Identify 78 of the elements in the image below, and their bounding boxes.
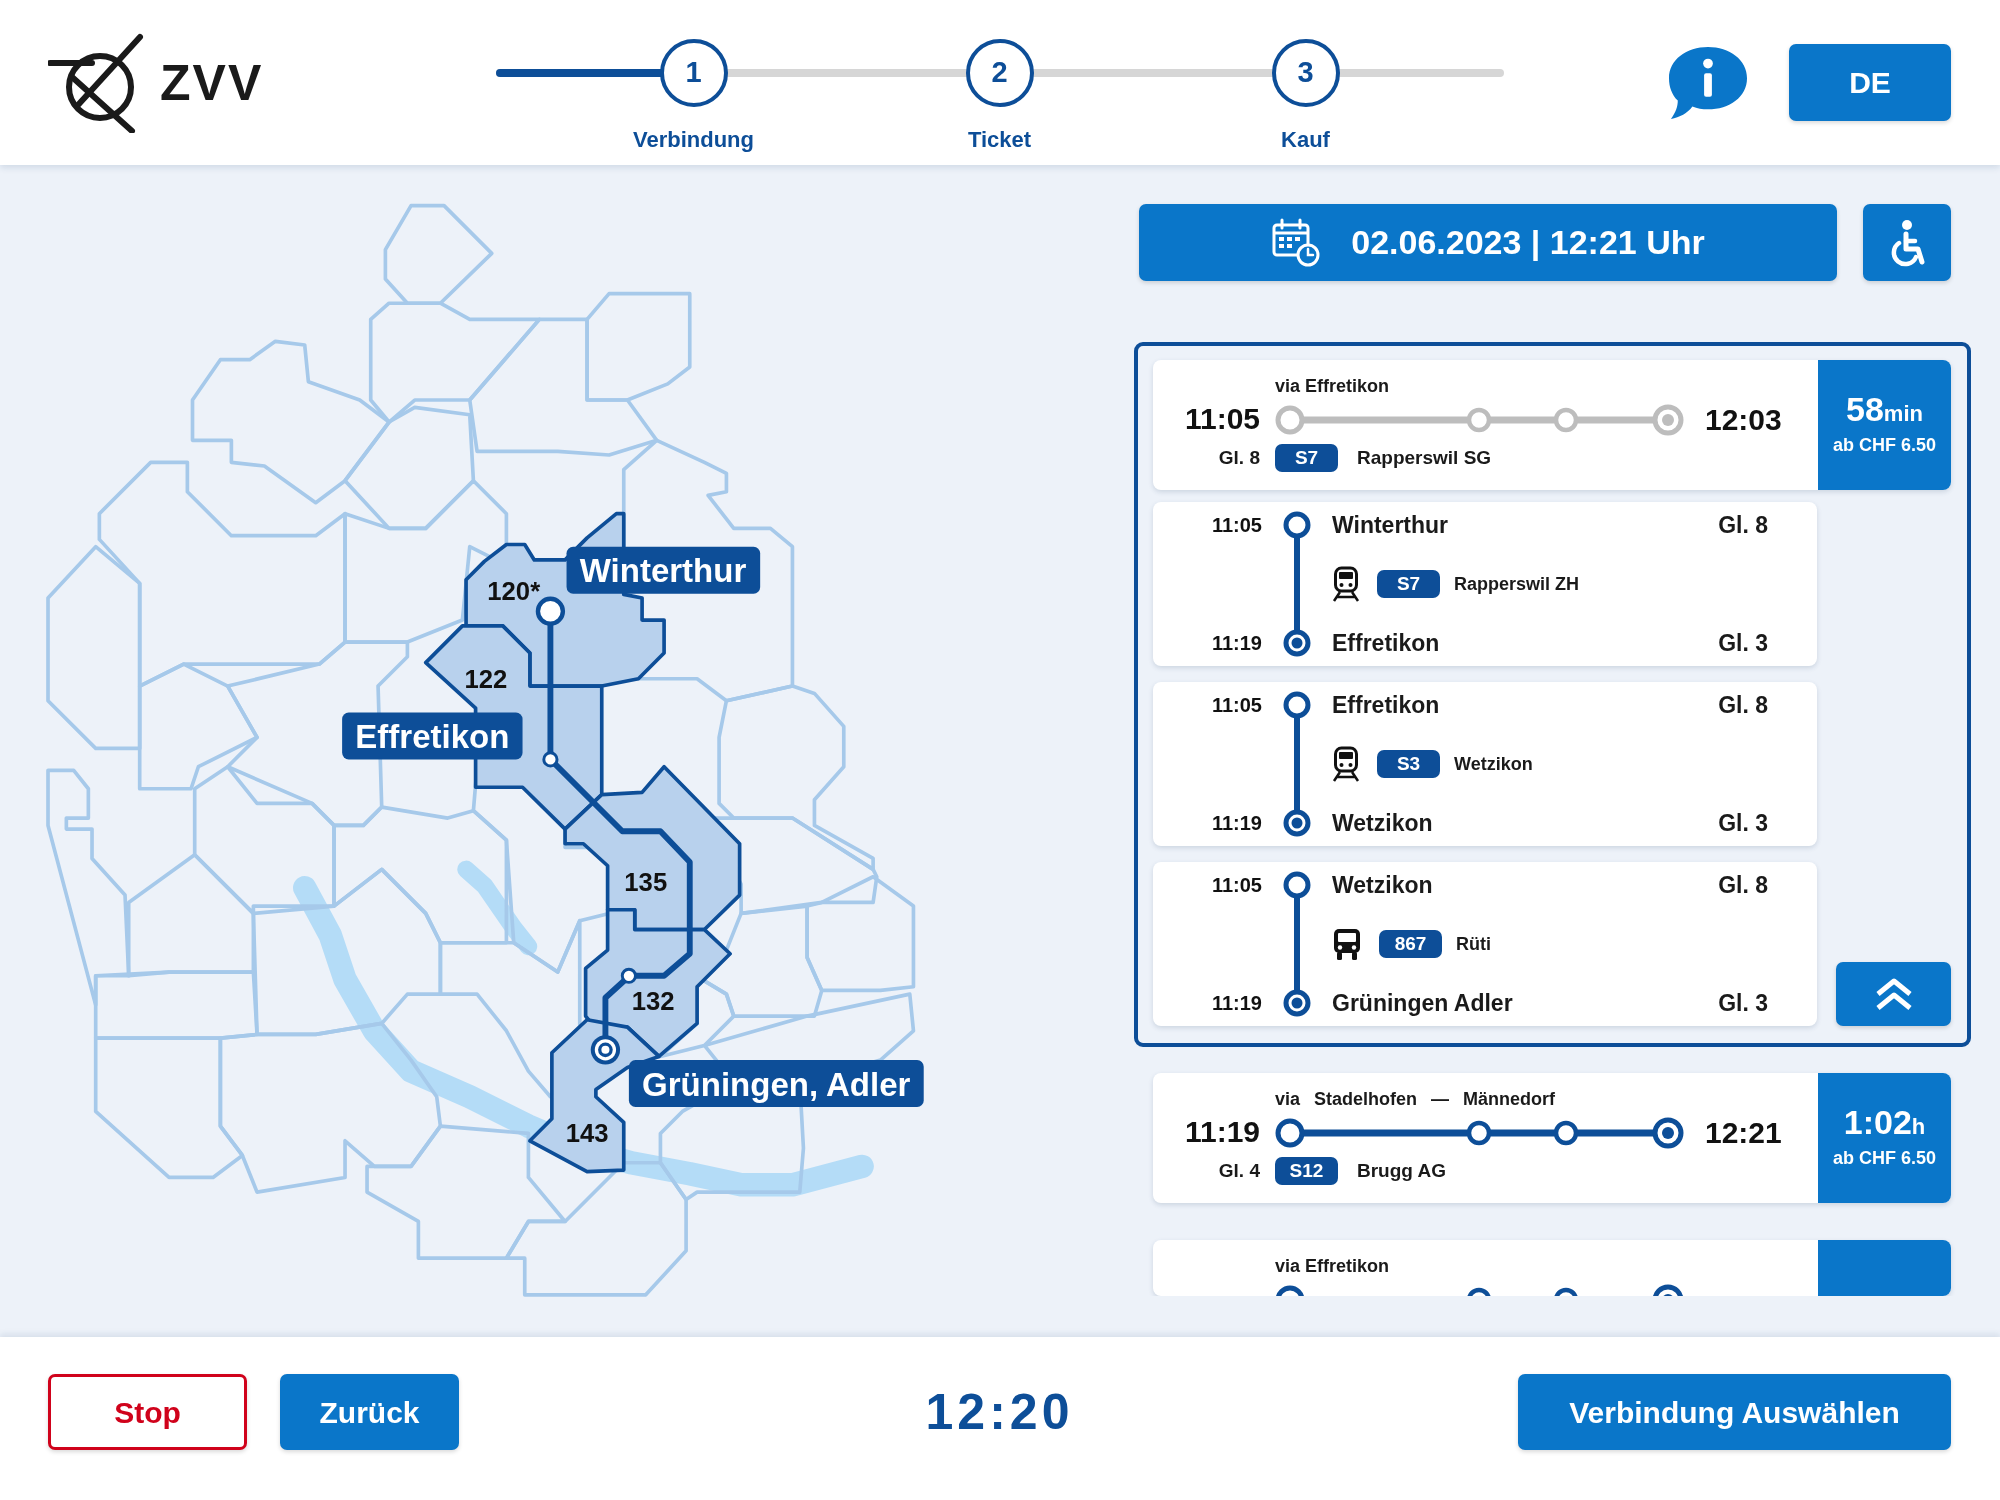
zone-number: 120* [487, 576, 541, 605]
logo-text: ZVV [160, 57, 264, 108]
direction-text: Rapperswil ZH [1454, 572, 1580, 596]
station-name: Wetzikon [1332, 870, 1434, 900]
language-button[interactable]: DE [1789, 44, 1951, 121]
line-badge: S7 [1275, 444, 1338, 472]
transfer-dot-icon [620, 967, 637, 984]
date-time-button[interactable]: 02.06.2023 | 12:21 Uhr [1139, 204, 1837, 281]
duration-text: 1:02h [1843, 1104, 1926, 1139]
via-text: — [1431, 1087, 1450, 1111]
line-badge: S3 [1377, 750, 1440, 778]
place-label: Effretikon [342, 712, 523, 760]
step-number: 1 [659, 39, 728, 107]
zone-number: 143 [565, 1119, 609, 1148]
departure-time: 11:05 [1184, 402, 1260, 435]
platform-text: Gl. 8 [1718, 510, 1768, 540]
clock-text: 12:20 [925, 1383, 1074, 1442]
station-name: Effretikon [1332, 690, 1441, 720]
place-label: Grüningen, Adler [628, 1060, 924, 1108]
direction-text: Rüti [1456, 932, 1491, 956]
step-label: Kauf [1281, 126, 1330, 154]
step-number: 2 [965, 39, 1034, 107]
transfer-dot-icon [542, 751, 559, 768]
connection-card[interactable]: via Effretikon [1153, 1240, 1951, 1296]
step-number: 3 [1271, 39, 1340, 107]
stop-time: 11:19 [1211, 631, 1262, 656]
train-icon [1332, 746, 1360, 782]
stop-marker-icon [590, 1035, 621, 1065]
connection-card[interactable]: via Stadelhofen — Männedorf 11:19 12:21 Gl. 4 S12 Brugg AG 1:02h ab CHF 6.50 [1153, 1073, 1951, 1203]
line-badge: S12 [1275, 1157, 1338, 1185]
step-label: Ticket [967, 126, 1032, 154]
collapse-button[interactable] [1836, 962, 1951, 1026]
station-name: Winterthur [1332, 510, 1450, 540]
bus-icon [1332, 927, 1362, 961]
place-label: Winterthur [566, 546, 761, 594]
back-button[interactable]: Zurück [280, 1374, 459, 1450]
duration-text: 58min [1846, 391, 1923, 426]
stop-time: 11:19 [1211, 811, 1262, 836]
stop-time: 11:19 [1211, 991, 1262, 1016]
platform-text: Gl. 8 [1218, 446, 1260, 468]
arrival-time: 12:03 [1705, 405, 1782, 435]
calendar-clock-icon [1271, 217, 1322, 268]
zone-number: 122 [464, 664, 508, 693]
platform-text: Gl. 3 [1718, 988, 1768, 1018]
step-label: Verbindung [633, 126, 754, 154]
direction-text: Rapperswil SG [1357, 445, 1492, 470]
accessibility-button[interactable] [1863, 204, 1951, 281]
stop-time: 11:05 [1211, 513, 1262, 538]
zone-number: 135 [624, 867, 668, 896]
select-connection-button[interactable]: Verbindung Auswählen [1518, 1374, 1951, 1450]
stop-time: 11:05 [1211, 873, 1262, 898]
logo-icon [48, 32, 144, 133]
arrival-time: 12:21 [1705, 1118, 1782, 1148]
direction-text: Brugg AG [1357, 1158, 1446, 1183]
zone-number: 132 [631, 987, 675, 1016]
via-text: via Effretikon [1275, 374, 1390, 398]
via-text: Stadelhofen [1314, 1087, 1418, 1111]
via-text: via [1275, 1087, 1301, 1111]
via-text: Männedorf [1463, 1087, 1556, 1111]
stop-button[interactable]: Stop [48, 1374, 247, 1450]
connection-card[interactable]: via Effretikon 11:05 12:03 Gl. 8 S7 Rapperswil SG 58min ab CHF 6.50 [1153, 360, 1951, 490]
price-text: ab CHF 6.50 [1832, 433, 1936, 457]
line-badge: 867 [1379, 930, 1442, 958]
platform-text: Gl. 8 [1718, 870, 1768, 900]
station-name: Effretikon [1332, 628, 1441, 658]
platform-text: Gl. 3 [1718, 808, 1768, 838]
line-badge: S7 [1377, 570, 1440, 598]
via-text: via Effretikon [1275, 1254, 1390, 1278]
platform-text: Gl. 4 [1218, 1159, 1260, 1181]
departure-time: 11:19 [1184, 1115, 1260, 1148]
price-text: ab CHF 6.50 [1832, 1146, 1936, 1170]
train-icon [1332, 566, 1360, 602]
platform-text: Gl. 8 [1718, 690, 1768, 720]
platform-text: Gl. 3 [1718, 628, 1768, 658]
station-name: Grüningen Adler [1332, 988, 1514, 1018]
direction-text: Wetzikon [1454, 752, 1533, 776]
station-name: Wetzikon [1332, 808, 1434, 838]
stop-time: 11:05 [1211, 693, 1262, 718]
